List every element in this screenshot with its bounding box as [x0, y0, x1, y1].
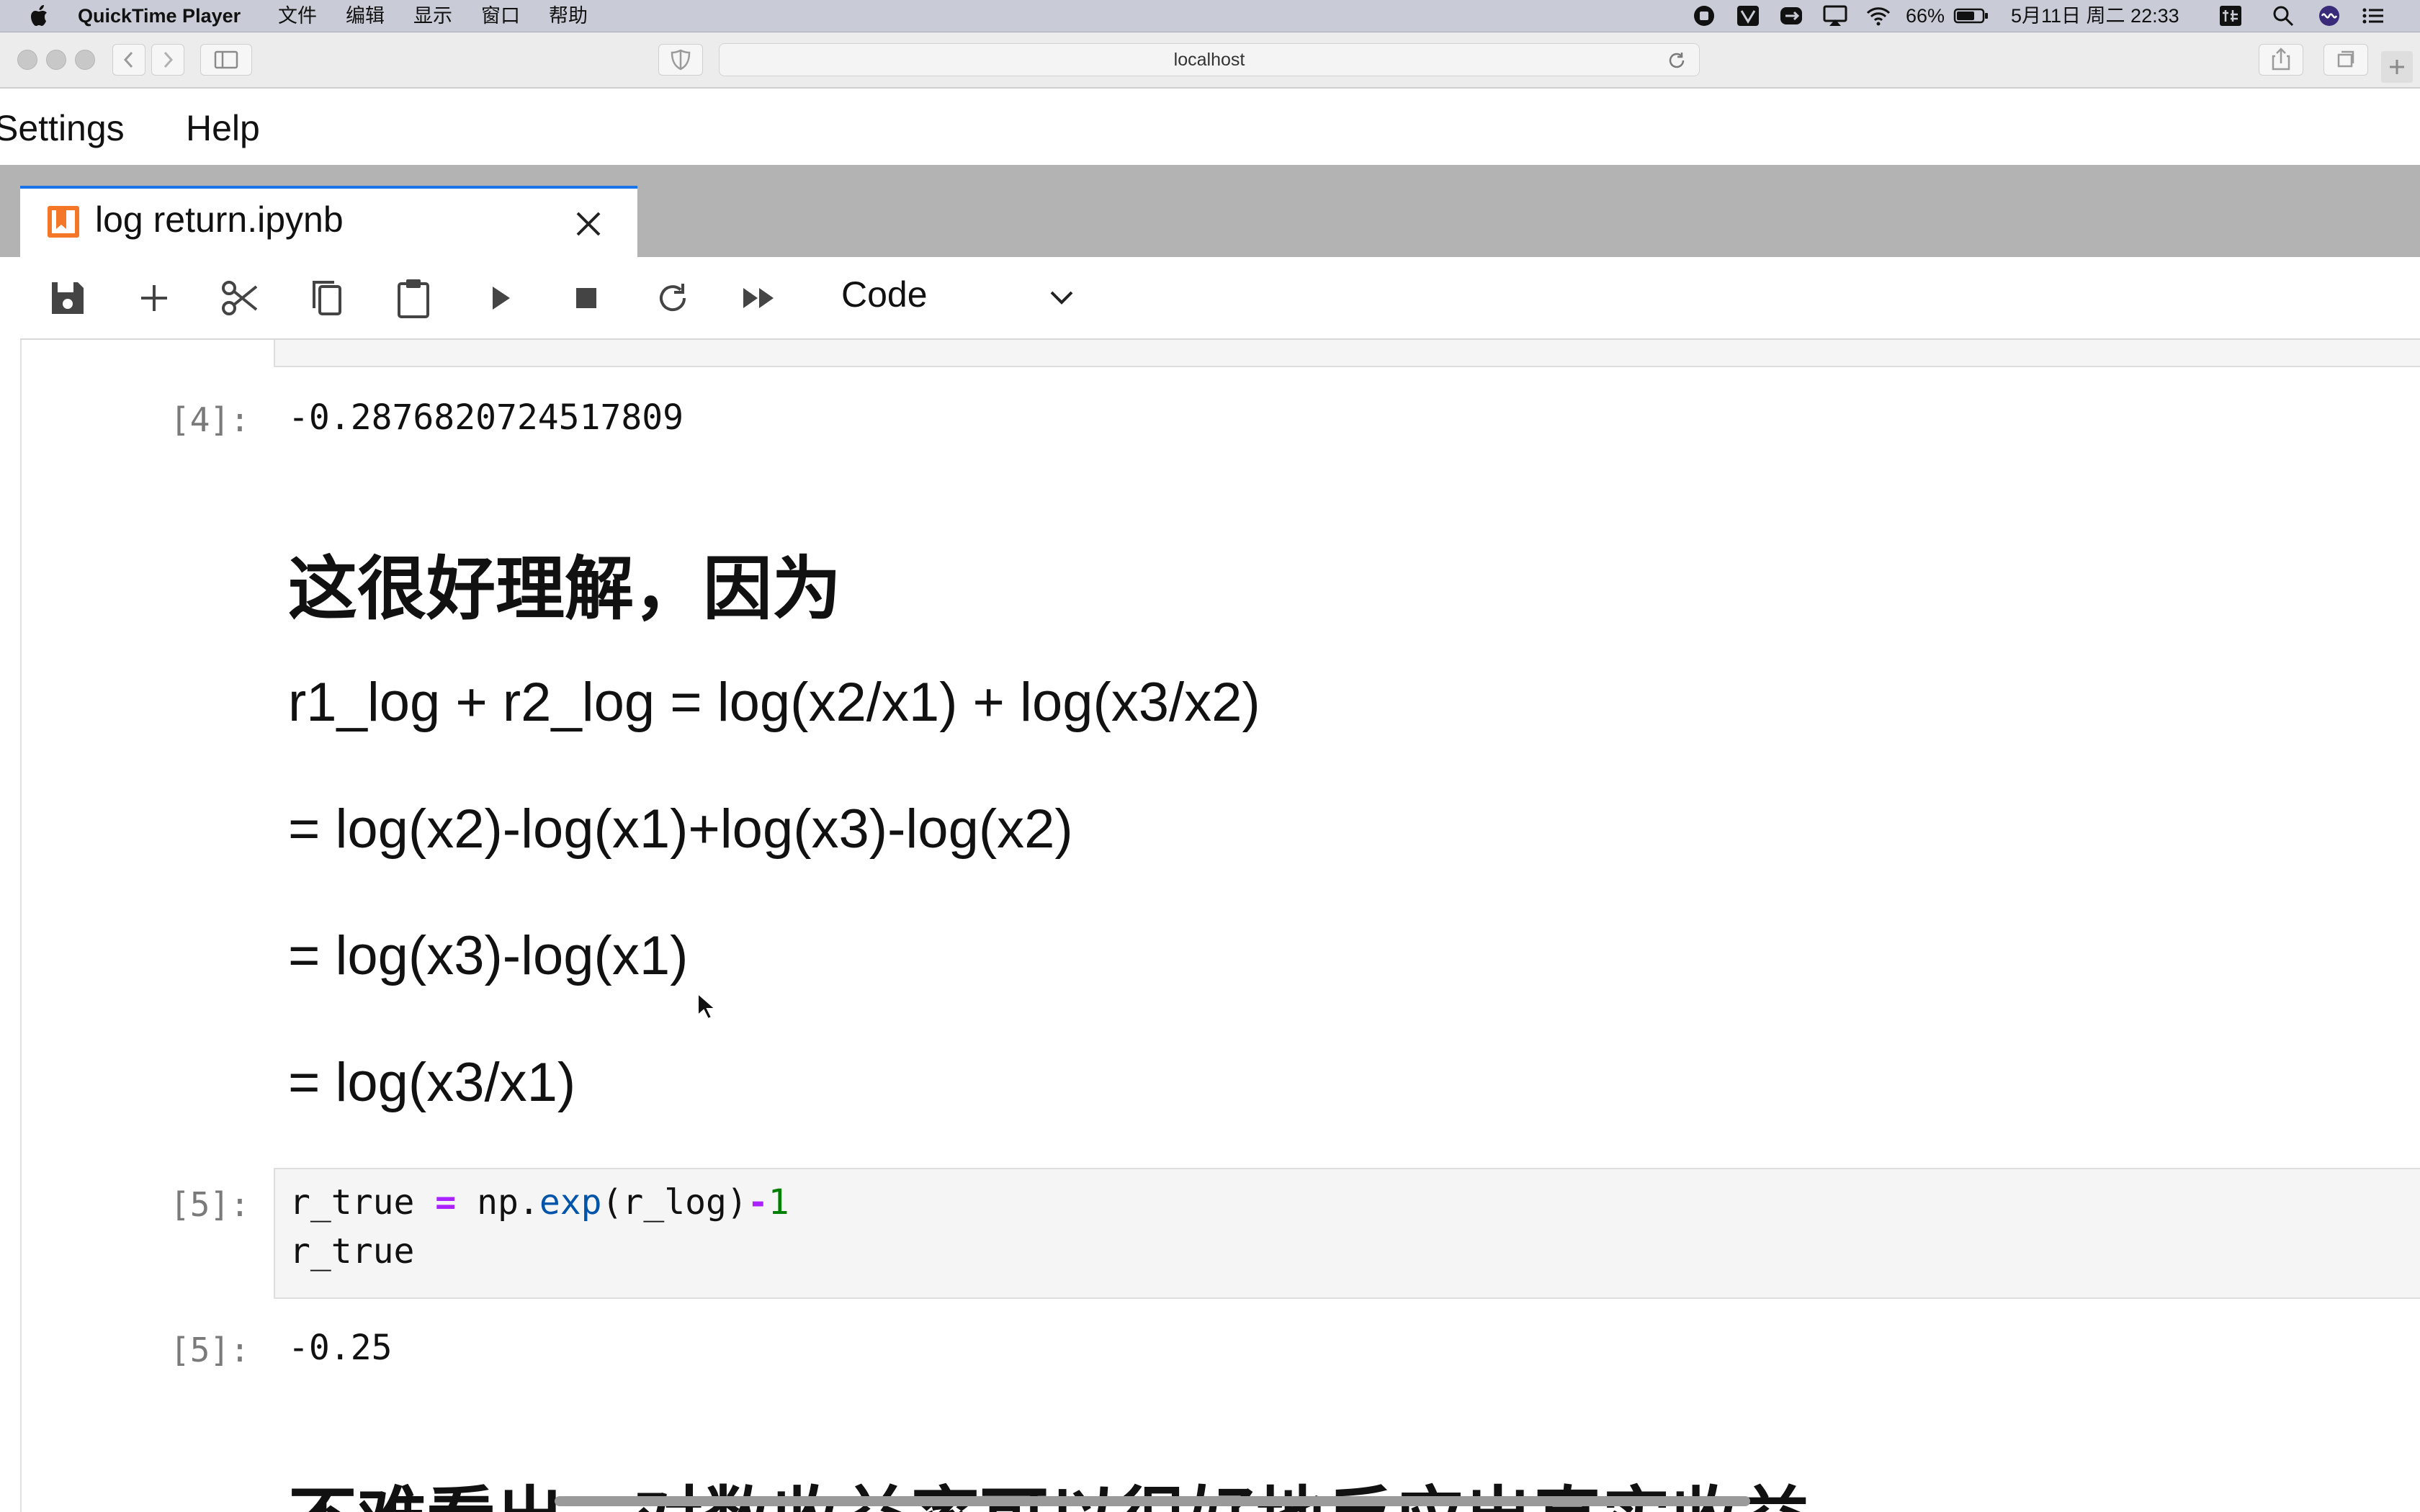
run-icon[interactable]: [478, 278, 521, 318]
menu-edit[interactable]: 编辑: [346, 0, 385, 32]
paste-icon[interactable]: [392, 278, 435, 318]
output-prompt-4: [4]:: [170, 400, 250, 439]
cut-icon[interactable]: [219, 278, 262, 318]
output-4-value: -0.2876820724517809: [288, 397, 684, 438]
tabs-overview-button[interactable]: [2323, 44, 2368, 76]
battery-icon[interactable]: [1953, 0, 1989, 32]
wifi-icon[interactable]: [1865, 0, 1891, 32]
jupyter-menu-bar: Settings Help: [0, 89, 2420, 165]
run-all-icon[interactable]: [738, 278, 781, 318]
share-button[interactable]: [2259, 44, 2303, 76]
notebook-tab[interactable]: log return.ipynb: [20, 186, 637, 258]
code-line-1[interactable]: r_true = np.exp(r_log)-1: [290, 1182, 789, 1223]
code-assign: =: [435, 1182, 457, 1223]
vectorworks-icon[interactable]: [1736, 0, 1760, 32]
notebook-toolbar: Code: [20, 258, 2420, 340]
code-cell-5[interactable]: r_true = np.exp(r_log)-1 r_true: [274, 1168, 2420, 1299]
input-method-icon[interactable]: [2218, 0, 2243, 32]
forward-button[interactable]: [151, 44, 184, 76]
record-icon[interactable]: [1693, 0, 1716, 32]
battery-percent[interactable]: 66%: [1906, 0, 1945, 32]
notebook-panel[interactable]: [4]: -0.2876820724517809 这很好理解，因为 r1_log…: [20, 340, 2420, 1512]
restart-icon[interactable]: [651, 278, 694, 318]
previous-code-cell[interactable]: [274, 340, 2420, 367]
mouse-cursor-icon: [696, 991, 717, 1025]
markdown-equation-1: r1_log + r2_log = log(x2/x1) + log(x3/x2…: [288, 672, 1260, 733]
menu-settings[interactable]: Settings: [0, 107, 125, 149]
code-function: exp: [539, 1182, 602, 1223]
markdown-equation-4: = log(x3/x1): [288, 1052, 576, 1113]
chevron-down-icon[interactable]: [1046, 284, 1077, 316]
output-prompt-5: [5]:: [170, 1331, 250, 1369]
privacy-report-button[interactable]: [658, 44, 703, 76]
close-tab-icon[interactable]: [572, 207, 605, 244]
markdown-equation-3: = log(x3)-log(x1): [288, 925, 689, 986]
code-object: np.: [477, 1182, 539, 1223]
notification-center-icon[interactable]: [2361, 0, 2385, 32]
cell-type-select[interactable]: Code: [841, 274, 928, 315]
apple-icon[interactable]: [30, 0, 50, 32]
stop-icon[interactable]: [565, 278, 608, 318]
input-prompt-5: [5]:: [170, 1185, 250, 1224]
save-icon[interactable]: [46, 278, 89, 318]
markdown-equation-2: = log(x2)-log(x1)+log(x3)-log(x2): [288, 798, 1073, 860]
app-name[interactable]: QuickTime Player: [78, 0, 241, 32]
minimize-window-button[interactable]: [46, 50, 66, 70]
browser-toolbar: localhost: [0, 32, 2420, 89]
menu-view[interactable]: 显示: [413, 0, 452, 32]
code-number: 1: [768, 1182, 789, 1223]
clock[interactable]: 5月11日 周二 22:33: [2011, 0, 2179, 32]
macos-menu-bar: QuickTime Player 文件 编辑 显示 窗口 帮助 66% 5月11…: [0, 0, 2420, 32]
output-5-value: -0.25: [288, 1328, 393, 1368]
spotlight-icon[interactable]: [2272, 0, 2295, 32]
menu-window[interactable]: 窗口: [481, 0, 520, 32]
tab-title: log return.ipynb: [95, 199, 344, 240]
horizontal-scrollbar[interactable]: [555, 1496, 1750, 1506]
sync-icon[interactable]: [1779, 0, 1803, 32]
new-tab-button[interactable]: [2381, 51, 2413, 83]
menu-help-jupyter[interactable]: Help: [186, 107, 260, 149]
code-line-2[interactable]: r_true: [290, 1231, 414, 1272]
add-cell-icon[interactable]: [133, 278, 176, 318]
code-var: r_true: [290, 1182, 415, 1223]
close-window-button[interactable]: [17, 50, 37, 70]
menu-help[interactable]: 帮助: [549, 0, 588, 32]
code-minus: -: [747, 1182, 768, 1223]
address-bar[interactable]: localhost: [719, 43, 1700, 76]
menu-file[interactable]: 文件: [278, 0, 317, 32]
zoom-window-button[interactable]: [75, 50, 95, 70]
code-args: (r_log): [601, 1182, 748, 1223]
sidebar-toggle-button[interactable]: [200, 44, 252, 76]
copy-icon[interactable]: [305, 278, 349, 318]
markdown-heading: 这很好理解，因为: [288, 551, 841, 628]
url-text: localhost: [1173, 50, 1245, 70]
back-button[interactable]: [112, 44, 145, 76]
reload-icon[interactable]: [1666, 50, 1688, 75]
siri-icon[interactable]: [2318, 0, 2341, 32]
airplay-icon[interactable]: [1822, 0, 1848, 32]
notebook-icon: [46, 204, 81, 243]
